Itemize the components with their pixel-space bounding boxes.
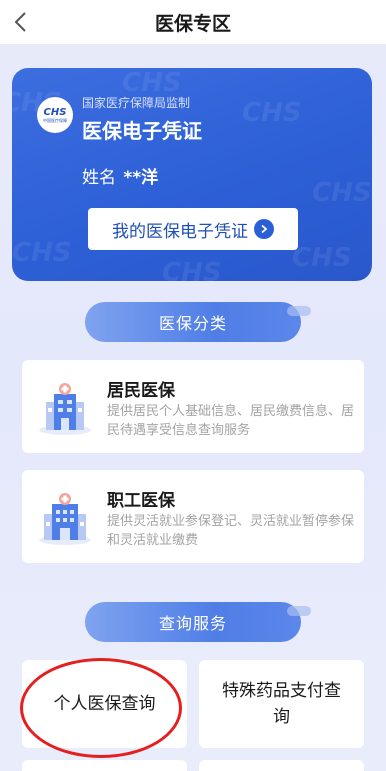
office-building-icon (39, 493, 91, 545)
category-card-resident[interactable]: 居民医保 提供居民个人基础信息、居民缴费信息、居民待遇享受信息查询服务 (22, 360, 364, 453)
category-title: 职工医保 (107, 491, 175, 511)
issuer-label: 国家医疗保障局监制 (82, 96, 191, 110)
tile-label: 个人医保查询 (53, 694, 156, 714)
category-card-employee[interactable]: 职工医保 提供灵活就业参保登记、灵活就业暂停参保和灵活就业缴费 (22, 470, 364, 563)
card-watermark: CHS (312, 178, 372, 208)
section-header-categories: 医保分类 (85, 302, 311, 342)
category-title: 居民医保 (107, 381, 175, 401)
card-watermark: CHS (242, 98, 302, 128)
credential-title: 医保电子凭证 (82, 119, 202, 143)
logo-subtext: 中国医疗保障 (43, 117, 67, 123)
chevron-right-icon (254, 219, 274, 239)
chs-logo: CHS 中国医疗保障 (37, 97, 73, 133)
name-label: 姓名 (82, 168, 116, 188)
tile-label: 特殊药品支付查询 (222, 681, 341, 727)
special-drug-payment-query-tile[interactable]: 特殊药品支付查询 (199, 660, 364, 748)
nav-bar: 医保专区 (0, 0, 386, 44)
my-credential-button[interactable]: 我的医保电子凭证 (88, 208, 298, 250)
category-description: 提供居民个人基础信息、居民缴费信息、居民待遇享受信息查询服务 (107, 404, 355, 438)
logo-text: CHS (43, 106, 67, 118)
card-watermark: CHS (292, 243, 352, 273)
personal-insurance-query-tile[interactable]: 个人医保查询 (22, 660, 187, 748)
my-credential-button-label: 我的医保电子凭证 (112, 221, 248, 242)
section-label: 医保分类 (158, 314, 227, 333)
page-title: 医保专区 (154, 13, 231, 35)
name-value: **洋 (123, 168, 159, 188)
card-watermark: CHS (12, 238, 72, 268)
credential-card[interactable]: CHS CHS CHS CHS CHS CHS CHS CHS 中国医疗保障 国… (12, 68, 372, 281)
card-watermark: CHS (162, 258, 222, 281)
next-tile[interactable] (22, 760, 187, 771)
hospital-building-icon (39, 383, 91, 435)
holder-name: 姓名 **洋 (82, 163, 158, 188)
category-description: 提供灵活就业参保登记、灵活就业暂停参保和灵活就业缴费 (107, 514, 355, 548)
section-header-services: 查询服务 (85, 602, 311, 642)
next-tile[interactable] (199, 760, 364, 771)
section-label: 查询服务 (158, 614, 227, 633)
